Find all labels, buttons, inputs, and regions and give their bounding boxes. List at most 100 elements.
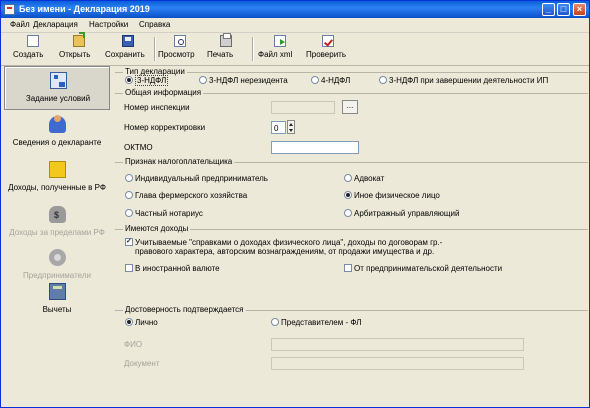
fio-input[interactable] [271, 338, 524, 351]
radio-other-individual[interactable]: Иное физическое лицо [344, 191, 440, 200]
tree-icon [50, 72, 67, 89]
radio-3ndfl[interactable]: 3-НДФЛ [125, 75, 169, 86]
income-group: Имеются доходы Учитываемые "справками о … [115, 224, 588, 279]
radio-label: Адвокат [354, 174, 385, 183]
decl-type-group: Тип декларации 3-НДФЛ 3-НДФЛ нерезидента… [115, 67, 588, 88]
radio-3ndfl-ip-close[interactable]: 3-НДФЛ при завершении деятельности ИП [379, 76, 548, 85]
print-button[interactable]: Печать [207, 33, 245, 64]
nav-label: Задание условий [25, 94, 91, 103]
radio-lawyer[interactable]: Адвокат [344, 174, 384, 183]
fio-label: ФИО [124, 340, 143, 349]
radio-farm-head[interactable]: Глава фермерского хозяйства [125, 191, 247, 200]
menu-bar: Файл Декларация Настройки Справка [1, 18, 589, 33]
nav-item-deductions[interactable]: Вычеты [4, 278, 110, 322]
check-label: Проверить [306, 50, 347, 59]
checkbox-certified-income[interactable]: Учитываемые "справками о доходах физичес… [125, 237, 455, 256]
title-bar: Без имени - Декларация 2019 _ □ × [1, 1, 589, 18]
nav-label: Сведения о декларанте [12, 138, 102, 147]
radio-4ndfl[interactable]: 4-НДФЛ [311, 76, 350, 85]
inspection-browse-button[interactable]: ... [342, 100, 358, 114]
reliability-group: Достоверность подтверждается Лично Предс… [115, 305, 588, 380]
main-window: Без имени - Декларация 2019 _ □ × Файл Д… [0, 0, 590, 408]
toolbar-separator [154, 37, 156, 61]
radio-label: Глава фермерского хозяйства [135, 191, 248, 200]
xml-file-label: Файл xml [258, 50, 293, 59]
window-title: Без имени - Декларация 2019 [19, 4, 150, 14]
document-input[interactable] [271, 357, 524, 370]
nav-label: Вычеты [42, 305, 72, 314]
checkbox-label: Учитываемые "справками о доходах физичес… [135, 238, 443, 256]
correction-label: Номер корректировки [124, 123, 206, 132]
radio-label: Арбитражный управляющий [354, 209, 460, 218]
money-bag-icon [49, 206, 66, 223]
preview-label: Просмотр [158, 50, 195, 59]
radio-individual-entrepreneur[interactable]: Индивидуальный предприниматель [125, 174, 268, 183]
person-icon [49, 115, 66, 133]
menu-settings[interactable]: Настройки [89, 20, 128, 29]
maximize-button[interactable]: □ [557, 3, 570, 16]
open-label: Открыть [59, 50, 91, 59]
radio-label: Иное физическое лицо [354, 191, 440, 200]
oktmo-input[interactable] [271, 141, 359, 154]
main-panel: Тип декларации 3-НДФЛ 3-НДФЛ нерезидента… [115, 66, 588, 406]
menu-help[interactable]: Справка [139, 20, 170, 29]
open-folder-icon [73, 32, 85, 47]
document-label: Документ [124, 359, 160, 368]
nav-item-income-rf[interactable]: Доходы, полученные в РФ [4, 156, 110, 200]
print-icon [220, 33, 232, 47]
radio-private-notary[interactable]: Частный нотариус [125, 209, 203, 218]
radio-label: Представителем - ФЛ [281, 318, 362, 327]
save-icon [122, 35, 134, 47]
open-button[interactable]: Открыть [59, 32, 99, 64]
toolbar-separator [252, 37, 254, 61]
preview-icon [174, 35, 186, 47]
preview-button[interactable]: Просмотр [158, 35, 202, 64]
app-icon [4, 4, 15, 15]
save-button[interactable]: Сохранить [105, 35, 151, 64]
menu-declaration[interactable]: Декларация [33, 20, 78, 29]
nav-item-declarant[interactable]: Сведения о декларанте [4, 111, 110, 155]
nav-item-conditions[interactable]: Задание условий [4, 66, 110, 110]
radio-label: 4-НДФЛ [321, 76, 351, 85]
radio-label: 3-НДФЛ нерезидента [209, 76, 288, 85]
radio-label: Лично [135, 318, 158, 327]
general-info-group: Общая информация Номер инспекции ... Ном… [115, 88, 588, 157]
radio-3ndfl-nonresident[interactable]: 3-НДФЛ нерезидента [199, 76, 288, 85]
checkbox-label: От предпринимательской деятельности [354, 264, 503, 273]
radio-personally[interactable]: Лично [125, 318, 158, 327]
minimize-button[interactable]: _ [542, 3, 555, 16]
gear-icon [49, 249, 66, 266]
group-title: Общая информация [123, 88, 204, 97]
inspection-label: Номер инспекции [124, 103, 190, 112]
correction-spinner[interactable] [287, 120, 295, 134]
checkbox-label: В иностранной валюте [135, 264, 220, 273]
radio-representative[interactable]: Представителем - ФЛ [271, 318, 361, 327]
calculator-icon [49, 283, 66, 300]
group-title: Имеются доходы [123, 224, 191, 233]
xml-file-button[interactable]: Файл xml [258, 35, 302, 64]
create-label: Создать [13, 50, 44, 59]
correction-input[interactable]: 0 [271, 121, 286, 134]
nav-item-income-abroad[interactable]: Доходы за пределами РФ [4, 201, 110, 245]
xml-file-icon [274, 35, 286, 47]
menu-file[interactable]: Файл [10, 20, 30, 29]
oktmo-label: ОКТМО [124, 143, 153, 152]
checkbox-business-income[interactable]: От предпринимательской деятельности [344, 264, 502, 273]
create-button[interactable]: Создать [13, 35, 53, 64]
radio-label: Частный нотариус [135, 209, 203, 218]
nav-label: Доходы за пределами РФ [9, 228, 105, 237]
folder-icon [49, 161, 66, 178]
inspection-input[interactable] [271, 101, 335, 114]
taxpayer-group: Признак налогоплательщика Индивидуальный… [115, 157, 588, 224]
checkbox-foreign-currency[interactable]: В иностранной валюте [125, 264, 220, 273]
radio-arbitration-manager[interactable]: Арбитражный управляющий [344, 209, 459, 218]
group-title: Достоверность подтверждается [123, 305, 246, 314]
sidebar-nav: Задание условий Сведения о декларанте До… [3, 66, 112, 406]
radio-label: 3-НДФЛ при завершении деятельности ИП [389, 76, 549, 85]
toolbar: Создать Открыть Сохранить Просмотр Печат… [1, 32, 589, 66]
new-doc-icon [27, 35, 39, 47]
check-button[interactable]: Проверить [306, 35, 350, 64]
close-button[interactable]: × [573, 3, 586, 16]
radio-label: Индивидуальный предприниматель [135, 174, 268, 183]
group-title: Признак налогоплательщика [123, 157, 235, 166]
